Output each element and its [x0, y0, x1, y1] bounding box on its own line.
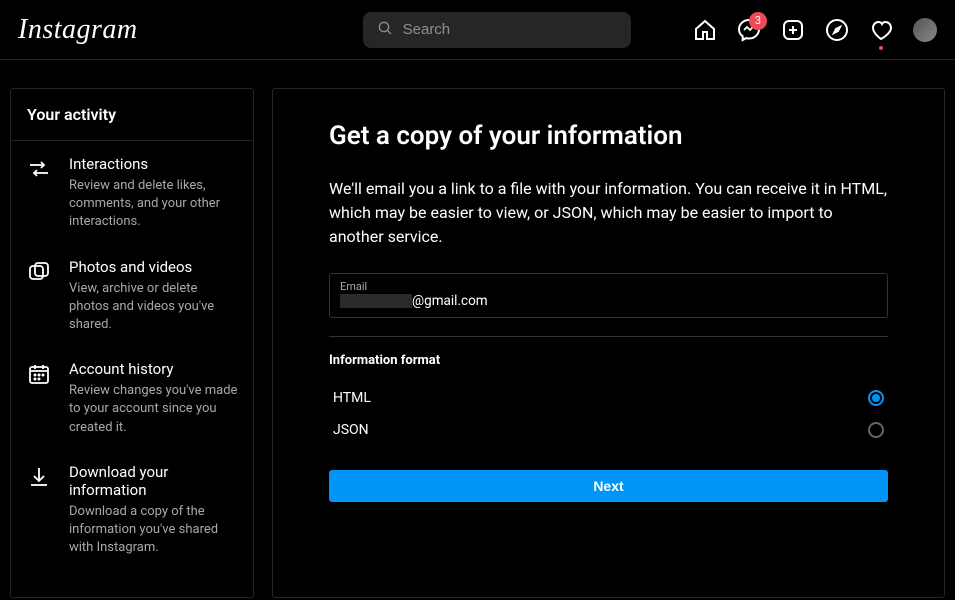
page-description: We'll email you a link to a file with yo…	[329, 177, 888, 249]
main-panel: Get a copy of your information We'll ema…	[272, 88, 945, 598]
sidebar-item-desc: Download a copy of the information you'v…	[69, 503, 239, 558]
explore-icon[interactable]	[825, 18, 849, 42]
new-post-icon[interactable]	[781, 18, 805, 42]
page-title: Get a copy of your information	[329, 121, 888, 151]
sidebar-item-download-info[interactable]: Download your information Download a cop…	[11, 449, 253, 570]
sidebar-item-label: Interactions	[69, 155, 239, 173]
sidebar-item-desc: View, archive or delete photos and video…	[69, 280, 239, 335]
sidebar-item-account-history[interactable]: Account history Review changes you've ma…	[11, 346, 253, 449]
sidebar-item-interactions[interactable]: Interactions Review and delete likes, co…	[11, 141, 253, 244]
radio-icon	[868, 390, 884, 406]
format-option-label: HTML	[333, 390, 371, 406]
sidebar: Your activity Interactions Review and de…	[10, 88, 254, 598]
email-redacted	[340, 294, 412, 308]
calendar-icon	[25, 360, 53, 437]
sidebar-item-label: Photos and videos	[69, 258, 239, 276]
search-box[interactable]	[363, 12, 631, 48]
interactions-icon	[25, 155, 53, 232]
sidebar-title: Your activity	[11, 89, 253, 141]
sidebar-item-label: Account history	[69, 360, 239, 378]
email-label: Email	[340, 280, 877, 293]
divider	[329, 336, 888, 337]
sidebar-item-label: Download your information	[69, 463, 239, 499]
messenger-badge: 3	[749, 12, 767, 30]
download-icon	[25, 463, 53, 558]
search-input[interactable]	[403, 21, 617, 38]
instagram-logo[interactable]: Instagram	[18, 14, 138, 46]
top-nav: Instagram 3	[0, 0, 955, 60]
format-option-json[interactable]: JSON	[329, 414, 888, 446]
home-icon[interactable]	[693, 18, 717, 42]
nav-icons: 3	[693, 18, 937, 42]
messenger-icon[interactable]: 3	[737, 18, 761, 42]
activity-dot	[879, 46, 883, 50]
activity-heart-icon[interactable]	[869, 18, 893, 42]
sidebar-item-desc: Review changes you've made to your accou…	[69, 382, 239, 437]
radio-icon	[868, 422, 884, 438]
search-icon	[377, 20, 393, 40]
format-title: Information format	[329, 353, 888, 368]
email-field[interactable]: Email @gmail.com	[329, 273, 888, 318]
format-option-html[interactable]: HTML	[329, 382, 888, 414]
next-button[interactable]: Next	[329, 470, 888, 502]
photos-videos-icon	[25, 258, 53, 335]
avatar[interactable]	[913, 18, 937, 42]
email-value: @gmail.com	[412, 293, 488, 309]
sidebar-item-photos-videos[interactable]: Photos and videos View, archive or delet…	[11, 244, 253, 347]
format-option-label: JSON	[333, 422, 369, 438]
sidebar-item-desc: Review and delete likes, comments, and y…	[69, 177, 239, 232]
